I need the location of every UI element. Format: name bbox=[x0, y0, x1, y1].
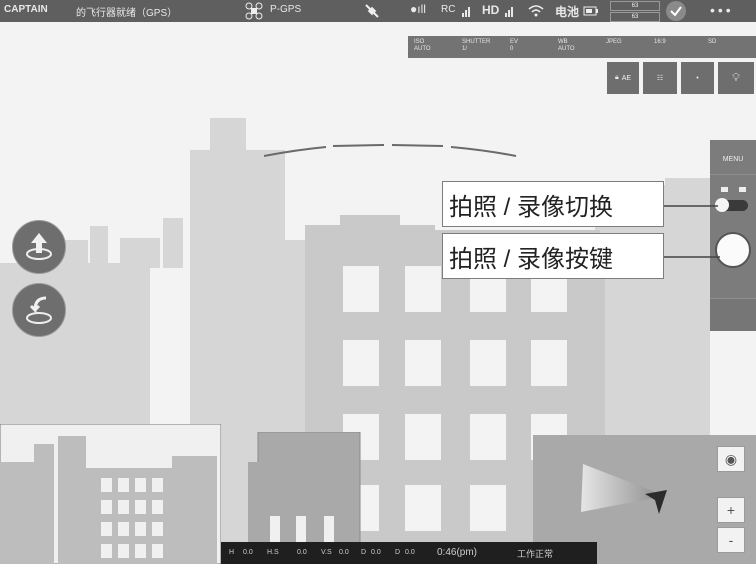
takeoff-icon bbox=[26, 233, 52, 260]
telemetry-label: D bbox=[395, 549, 401, 556]
telemetry-value: 0.0 bbox=[297, 549, 307, 556]
gps-mode: P-GPS bbox=[270, 4, 302, 15]
aircraft-heading-icon bbox=[581, 464, 667, 514]
more-icon[interactable]: ••• bbox=[710, 2, 734, 18]
telemetry-value: 0.0 bbox=[339, 549, 349, 556]
telemetry-label: V.S bbox=[321, 549, 332, 556]
hd-label: HD bbox=[482, 3, 500, 17]
param-ev[interactable]: EV 0 bbox=[510, 39, 554, 53]
dot-icon: • bbox=[696, 74, 699, 82]
telemetry-label: D bbox=[361, 549, 367, 556]
lock-icon: 🔒︎ bbox=[614, 74, 619, 81]
work-mode-status: 工作正常 bbox=[517, 549, 554, 559]
wifi-icon bbox=[528, 5, 544, 17]
satellite-icon bbox=[365, 4, 379, 18]
rc-signal-icon: ●ıll bbox=[410, 2, 426, 16]
brand-logo: CAPTAIN bbox=[4, 4, 48, 15]
camera-menu-button[interactable]: MENU bbox=[710, 144, 756, 175]
param-storage[interactable]: SD bbox=[708, 39, 752, 46]
param-shutter[interactable]: SHUTTER 1/ bbox=[462, 39, 506, 53]
light-icon: 💡︎ bbox=[732, 71, 740, 84]
camera-params-bar[interactable]: ISO AUTO SHUTTER 1/ EV 0 WB AUTO JPEG 16:9 S… bbox=[408, 36, 756, 58]
return-home-icon bbox=[26, 296, 52, 324]
telemetry-label: H bbox=[229, 549, 235, 556]
rc-label: RC bbox=[441, 4, 456, 15]
light-button[interactable]: 💡︎ bbox=[718, 62, 754, 94]
camera-settings-icon: ☷ bbox=[656, 75, 664, 82]
mini-camera-view[interactable] bbox=[0, 424, 221, 564]
camera-settings-button[interactable]: ☷ bbox=[643, 62, 677, 94]
check-icon[interactable] bbox=[666, 1, 686, 21]
zoom-in-button[interactable]: + bbox=[717, 497, 745, 523]
telemetry-value: 0.0 bbox=[243, 549, 253, 556]
mode-indicator-icons bbox=[721, 187, 746, 192]
battery-time: 0:46(pm) bbox=[437, 547, 478, 558]
flight-status[interactable]: 的飞行器就绪（GPS） bbox=[76, 4, 177, 19]
callout-lines bbox=[664, 205, 720, 258]
param-iso[interactable]: ISO AUTO bbox=[414, 39, 458, 53]
param-wb[interactable]: WB AUTO bbox=[558, 39, 602, 53]
param-ratio[interactable]: 16:9 bbox=[654, 39, 698, 46]
telemetry-value: 0.0 bbox=[405, 549, 415, 556]
battery-readout: 63 63 bbox=[610, 0, 660, 22]
param-format[interactable]: JPEG bbox=[606, 39, 650, 46]
locate-button[interactable]: ◉ bbox=[717, 446, 745, 472]
ae-lock-button[interactable]: 🔒︎ AE bbox=[607, 62, 639, 94]
dot-button[interactable]: • bbox=[681, 62, 714, 94]
playback-button[interactable] bbox=[710, 298, 756, 331]
flight-telemetry-bar: H 0.0 H.S 0.0 V.S 0.0 D 0.0 D 0.0 0:46(p… bbox=[221, 542, 597, 564]
battery-icon bbox=[583, 6, 598, 16]
top-status-bar: CAPTAIN 的飞行器就绪（GPS） P-GPS ●ıll RC HD 电池 … bbox=[0, 0, 756, 22]
mode-switch-callout: 拍照 / 录像切换 bbox=[442, 181, 664, 227]
takeoff-button[interactable] bbox=[12, 220, 66, 274]
telemetry-value: 0.0 bbox=[371, 549, 381, 556]
telemetry-label: H.S bbox=[267, 549, 279, 556]
locate-icon: ◉ bbox=[724, 450, 738, 467]
shutter-callout: 拍照 / 录像按键 bbox=[442, 233, 664, 279]
zoom-out-button[interactable]: - bbox=[717, 527, 745, 553]
return-home-button[interactable] bbox=[12, 283, 66, 337]
aircraft-icon bbox=[245, 2, 263, 20]
battery-label: 电池 bbox=[555, 5, 580, 19]
